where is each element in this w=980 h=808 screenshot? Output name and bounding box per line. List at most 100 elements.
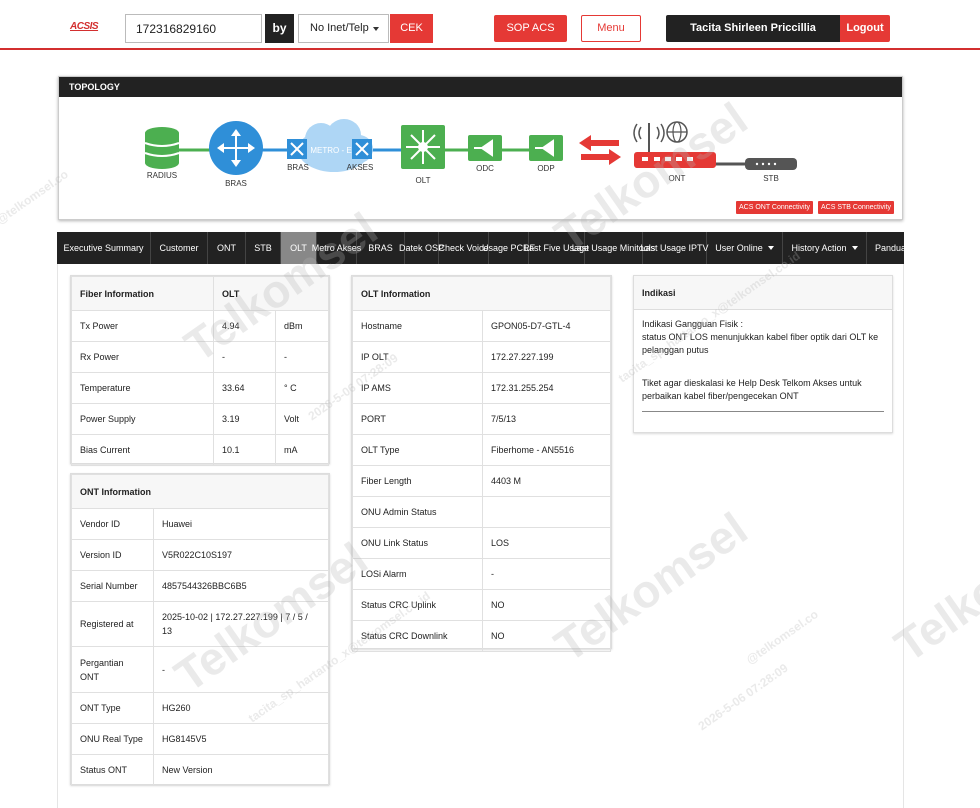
stb-label: STB bbox=[763, 174, 779, 183]
odp-splitter-icon bbox=[529, 135, 563, 161]
ont-label: ONT bbox=[669, 174, 686, 183]
divider bbox=[642, 411, 884, 412]
tab-bras[interactable]: BRAS bbox=[357, 232, 405, 264]
chevron-down-icon bbox=[851, 246, 858, 250]
table-row: Bias Current 10.1 mA bbox=[71, 434, 329, 466]
row-label: Vendor ID bbox=[71, 508, 154, 540]
row-value: 2025-10-02 | 172.27.227.199 | 7 / 5 / 13 bbox=[153, 601, 329, 647]
acs-ont-connectivity-button[interactable]: ACS ONT Connectivity bbox=[736, 201, 814, 214]
search-type-select[interactable]: No Inet/Telp bbox=[298, 14, 389, 43]
row-value: 4857544326BBC6B5 bbox=[153, 570, 329, 602]
row-label: Power Supply bbox=[71, 403, 214, 435]
row-label: Rx Power bbox=[71, 341, 214, 373]
table-row: ONU Link Status LOS bbox=[352, 527, 611, 559]
row-label: IP AMS bbox=[352, 372, 483, 404]
sop-acs-button[interactable]: SOP ACS bbox=[494, 15, 567, 42]
chevron-down-icon bbox=[767, 246, 774, 250]
row-label: Hostname bbox=[352, 310, 483, 342]
radius-label: RADIUS bbox=[147, 171, 177, 180]
row-unit: Volt bbox=[275, 403, 329, 435]
row-value: V5R022C10S197 bbox=[153, 539, 329, 571]
menu-button[interactable]: Menu bbox=[581, 15, 641, 42]
row-value: 172.31.255.254 bbox=[482, 372, 611, 404]
bras2-label: BRAS bbox=[287, 163, 309, 172]
olt-info-panel: OLT Information Hostname GPON05-D7-GTL-4 … bbox=[351, 275, 612, 652]
globe-icon bbox=[666, 121, 688, 143]
indikasi-title: Indikasi bbox=[634, 276, 892, 310]
ont-info-header: ONT Information bbox=[71, 474, 329, 509]
row-unit: mA bbox=[275, 434, 329, 466]
row-value: - bbox=[213, 341, 276, 373]
indikasi-body: Indikasi Gangguan Fisik : status ONT LOS… bbox=[634, 310, 892, 420]
row-label: Registered at bbox=[71, 601, 154, 647]
olt-label: OLT bbox=[416, 176, 431, 185]
row-value: 33.64 bbox=[213, 372, 276, 404]
table-row: Temperature 33.64 ° C bbox=[71, 372, 329, 404]
ont-router-icon bbox=[633, 123, 716, 168]
tab-panduan-solusi[interactable]: Panduan Solusi bbox=[867, 232, 904, 264]
row-label: Fiber Length bbox=[352, 465, 483, 497]
tab-last-usage-iptv[interactable]: Last Usage IPTV bbox=[640, 232, 709, 264]
table-row: Status CRC Downlink NO bbox=[352, 620, 611, 652]
table-row: IP OLT 172.27.227.199 bbox=[352, 341, 611, 373]
fiber-info-table: Fiber Information OLT Tx Power 4.94 dBm Rx… bbox=[71, 276, 329, 466]
row-value: NO bbox=[482, 589, 611, 621]
odc-label: ODC bbox=[476, 164, 494, 173]
tab-stb[interactable]: STB bbox=[246, 232, 281, 264]
table-row: Registered at 2025-10-02 | 172.27.227.199… bbox=[71, 601, 329, 647]
app-logo[interactable]: ACSIS bbox=[70, 21, 99, 32]
row-label: ONU Link Status bbox=[352, 527, 483, 559]
bras-router-icon bbox=[209, 121, 263, 175]
search-input[interactable] bbox=[125, 14, 262, 43]
row-value: 3.19 bbox=[213, 403, 276, 435]
fiber-info-panel: Fiber Information OLT Tx Power 4.94 dBm Rx… bbox=[70, 275, 330, 466]
table-row: Hostname GPON05-D7-GTL-4 bbox=[352, 310, 611, 342]
table-row: PORT 7/5/13 bbox=[352, 403, 611, 435]
fiber-olt-header: OLT bbox=[213, 276, 329, 311]
logout-button[interactable]: Logout bbox=[840, 15, 890, 42]
row-label: Status CRC Downlink bbox=[352, 620, 483, 652]
cek-button[interactable]: CEK bbox=[390, 14, 433, 43]
row-unit: - bbox=[275, 341, 329, 373]
row-value: GPON05-D7-GTL-4 bbox=[482, 310, 611, 342]
indikasi-line-2: status ONT LOS menunjukkan kabel fiber o… bbox=[642, 332, 879, 355]
tab-user-online-label: User Online bbox=[715, 242, 763, 253]
row-label: Serial Number bbox=[71, 570, 154, 602]
row-label: Tx Power bbox=[71, 310, 214, 342]
row-label: LOSi Alarm bbox=[352, 558, 483, 590]
chevron-down-icon bbox=[373, 27, 379, 31]
row-label: Status ONT bbox=[71, 754, 154, 786]
row-value: NO bbox=[482, 620, 611, 652]
olt-tab-content: Fiber Information OLT Tx Power 4.94 dBm Rx… bbox=[57, 264, 904, 808]
row-label: IP OLT bbox=[352, 341, 483, 373]
table-row: Fiber Length 4403 M bbox=[352, 465, 611, 497]
table-row: ONU Real Type HG8145V5 bbox=[71, 723, 329, 755]
tab-user-online[interactable]: User Online bbox=[707, 232, 783, 264]
tab-datek-osp[interactable]: Datek OSP bbox=[399, 232, 444, 264]
row-value: New Version bbox=[153, 754, 329, 786]
tab-executive-summary[interactable]: Executive Summary bbox=[57, 232, 151, 264]
table-header-row: Fiber Information OLT bbox=[71, 276, 329, 311]
row-value: 10.1 bbox=[213, 434, 276, 466]
table-row: LOSi Alarm - bbox=[352, 558, 611, 590]
row-label: ONT Type bbox=[71, 692, 154, 724]
row-value: - bbox=[482, 558, 611, 590]
tab-customer[interactable]: Customer bbox=[151, 232, 208, 264]
tab-history-action[interactable]: History Action bbox=[783, 232, 867, 264]
table-row: Serial Number 4857544326BBC6B5 bbox=[71, 570, 329, 602]
table-row: Version ID V5R022C10S197 bbox=[71, 539, 329, 571]
odc-splitter-icon bbox=[468, 135, 502, 161]
row-value: Huawei bbox=[153, 508, 329, 540]
row-value: - bbox=[153, 646, 329, 693]
by-label: by bbox=[265, 14, 294, 43]
metro-label: METRO - E bbox=[310, 146, 351, 155]
row-label: OLT Type bbox=[352, 434, 483, 466]
tab-ont[interactable]: ONT bbox=[208, 232, 246, 264]
acs-stb-connectivity-button[interactable]: ACS STB Connectivity bbox=[818, 201, 895, 214]
row-value: HG8145V5 bbox=[153, 723, 329, 755]
row-value: 172.27.227.199 bbox=[482, 341, 611, 373]
tab-last-usage-minitools[interactable]: Last Usage Minitools bbox=[572, 232, 655, 264]
top-navbar: ACSIS by No Inet/Telp CEK SOP ACS Menu T… bbox=[0, 0, 980, 61]
tab-metro-akses[interactable]: Metro Akses bbox=[312, 232, 361, 264]
row-value: LOS bbox=[482, 527, 611, 559]
